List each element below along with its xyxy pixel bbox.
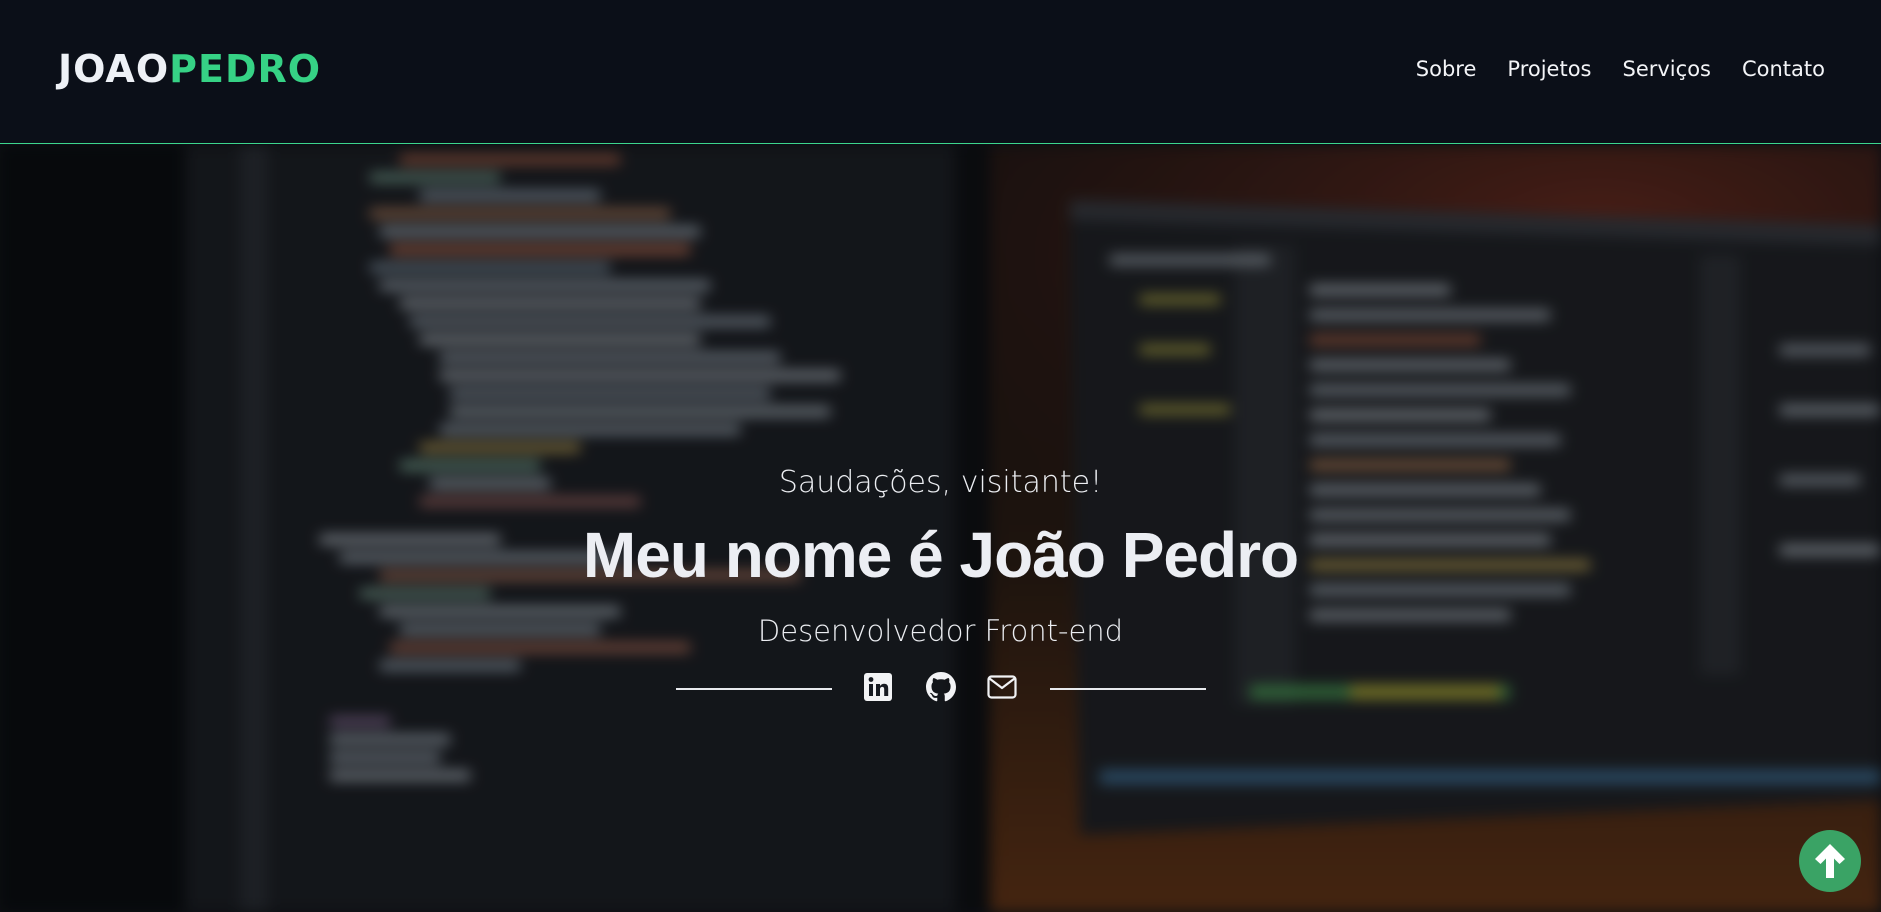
email-icon <box>987 675 1017 699</box>
nav-link-contato[interactable]: Contato <box>1742 52 1825 86</box>
nav-link-projetos[interactable]: Projetos <box>1507 52 1591 86</box>
nav-link-servicos[interactable]: Serviços <box>1623 52 1711 86</box>
social-divider-left <box>676 688 832 690</box>
hero-greeting: Saudações, visitante! <box>778 465 1103 500</box>
nav-link-sobre[interactable]: Sobre <box>1416 52 1477 86</box>
email-link[interactable] <box>985 670 1019 704</box>
linkedin-icon <box>864 673 892 701</box>
site-header: JOAOPEDRO Sobre Projetos Serviços Contat… <box>0 0 1881 144</box>
github-icon <box>926 672 956 702</box>
linkedin-link[interactable] <box>861 670 895 704</box>
arrow-up-icon <box>1815 844 1845 878</box>
github-link[interactable] <box>924 670 958 704</box>
main-nav: Sobre Projetos Serviços Contato <box>1416 52 1825 86</box>
site-logo[interactable]: JOAOPEDRO <box>58 44 321 94</box>
social-divider-right <box>1050 688 1206 690</box>
hero-subtitle: Desenvolvedor Front-end <box>757 614 1124 648</box>
logo-part-first: JOAO <box>58 47 170 91</box>
hero-content: Saudações, visitante! Meu nome é João Pe… <box>0 145 1881 912</box>
logo-part-second: PEDRO <box>169 47 322 91</box>
hero-title: Meu nome é João Pedro <box>582 519 1299 591</box>
scroll-to-top-button[interactable] <box>1799 830 1861 892</box>
hero-section: Saudações, visitante! Meu nome é João Pe… <box>0 145 1881 912</box>
